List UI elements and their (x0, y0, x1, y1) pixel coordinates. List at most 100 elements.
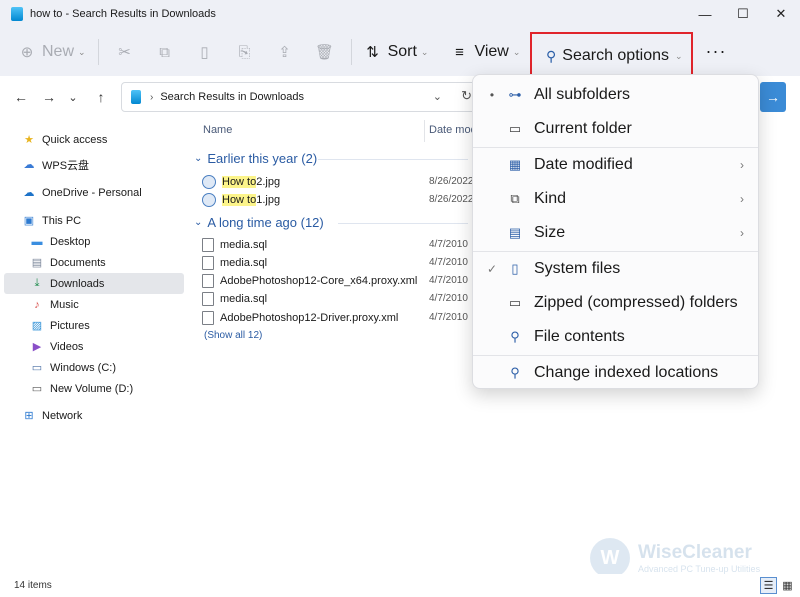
column-divider[interactable] (424, 120, 425, 142)
view-button[interactable]: ≡ View ⌄ (444, 35, 526, 69)
menu-separator (473, 147, 758, 148)
file-row[interactable]: media.sql (202, 289, 267, 308)
file-explorer-icon (11, 7, 23, 21)
drive-icon: ▭ (31, 383, 43, 395)
file-date: 4/7/2010 (429, 257, 468, 268)
search-options-label: Search options (562, 47, 669, 64)
file-date: 4/7/2010 (429, 293, 468, 304)
file-row[interactable]: AdobePhotoshop12-Core_x64.proxy.xml (202, 271, 417, 290)
group-header-label: Earlier this year (2) (207, 151, 318, 166)
file-name-rest: 1.jpg (256, 193, 281, 206)
file-search-icon: ⚲ (510, 329, 520, 344)
copy-icon[interactable]: ⧉ (145, 35, 185, 69)
menu-item-system-files[interactable]: ✓ ▯ System files (477, 253, 756, 285)
file-row[interactable]: AdobePhotoshop12-Driver.proxy.xml (202, 308, 398, 327)
window-title: how to - Search Results in Downloads (30, 8, 216, 20)
column-header-name[interactable]: Name (203, 124, 232, 136)
rename-icon[interactable]: ⎘ (225, 35, 265, 69)
sidebar-item-downloads[interactable]: ⤓ Downloads (4, 273, 184, 294)
search-options-button[interactable]: ⚲ Search options ⌄ (530, 32, 693, 80)
system-file-icon: ▯ (511, 261, 519, 276)
sidebar-item-label: Desktop (50, 235, 91, 248)
menu-item-date-modified[interactable]: ▦ Date modified › (477, 149, 756, 181)
show-all-link[interactable]: (Show all 12) (204, 330, 262, 341)
group-divider (338, 223, 468, 224)
maximize-button[interactable]: ☐ (724, 0, 762, 28)
menu-item-current-folder[interactable]: ▭ Current folder (477, 113, 756, 145)
forward-arrow-icon[interactable]: → (38, 86, 60, 108)
delete-icon[interactable]: 🗑 (305, 35, 345, 69)
share-icon[interactable]: ⇪ (265, 35, 305, 69)
view-label: View (474, 43, 509, 60)
search-options-icon: ⚲ (546, 47, 557, 64)
sidebar-item-quick-access[interactable]: ★ Quick access (22, 129, 184, 150)
recent-chevron-icon[interactable]: ⌄ (62, 86, 84, 108)
address-bar[interactable]: › Search Results in Downloads ⌄ ↻ (121, 82, 481, 112)
paste-icon[interactable]: ▯ (185, 35, 225, 69)
sidebar-item-this-pc[interactable]: ▣ This PC (22, 210, 184, 231)
details-view-icon[interactable]: ☰ (760, 577, 777, 594)
menu-item-size[interactable]: ▤ Size › (477, 217, 756, 249)
new-button[interactable]: ⊕ New ⌄ (12, 35, 92, 69)
sidebar-item-documents[interactable]: ▤ Documents (30, 252, 184, 273)
close-button[interactable]: ✕ (762, 0, 800, 28)
window-controls: — ☐ ✕ (686, 0, 800, 28)
search-highlight: How to (222, 175, 257, 188)
search-go-arrow-icon[interactable]: → (760, 82, 786, 112)
star-icon: ★ (24, 134, 34, 146)
sidebar-item-label: Pictures (50, 319, 90, 332)
file-row[interactable]: How to 2.jpg (202, 172, 280, 191)
sidebar-item-videos[interactable]: ▶ Videos (30, 336, 184, 357)
column-header-date[interactable]: Date mod (429, 124, 477, 136)
file-row[interactable]: media.sql (202, 235, 267, 254)
file-row[interactable]: media.sql (202, 253, 267, 272)
menu-item-all-subfolders[interactable]: • ⊶ All subfolders (477, 79, 756, 111)
sidebar-item-label: Documents (50, 256, 106, 269)
sidebar-item-pictures[interactable]: ▨ Pictures (30, 315, 184, 336)
toolbar-divider (97, 39, 99, 65)
download-icon: ⤓ (34, 277, 40, 289)
sidebar-item-wps-cloud[interactable]: ☁ WPS云盘 (22, 154, 184, 175)
menu-item-change-indexed-locations[interactable]: ⚲ Change indexed locations (477, 357, 756, 389)
file-icon (202, 310, 214, 325)
computer-icon: ▣ (23, 215, 35, 227)
pictures-icon: ▨ (31, 320, 43, 332)
breadcrumb[interactable]: Search Results in Downloads (160, 91, 304, 103)
group-header-earlier-this-year[interactable]: ⌄ Earlier this year (2) (194, 151, 317, 166)
new-label: New (42, 43, 75, 60)
file-date: 8/26/2022 (429, 176, 474, 187)
sidebar-item-desktop[interactable]: ▬ Desktop (30, 231, 184, 252)
menu-item-kind[interactable]: ⧉ Kind › (477, 183, 756, 215)
file-row[interactable]: How to 1.jpg (202, 190, 280, 209)
group-header-long-time-ago[interactable]: ⌄ A long time ago (12) (194, 215, 324, 230)
group-divider (318, 159, 468, 160)
sidebar-item-windows-c[interactable]: ▭ Windows (C:) (30, 357, 184, 378)
more-options-button[interactable]: ··· (700, 34, 732, 68)
zip-folder-icon: ▭ (508, 295, 522, 310)
sidebar-item-new-volume-d[interactable]: ▭ New Volume (D:) (30, 378, 184, 399)
sidebar-item-onedrive[interactable]: ☁ OneDrive - Personal (22, 182, 184, 203)
search-highlight: How to (222, 193, 257, 206)
breadcrumb-chevron-icon: › (150, 91, 154, 103)
checkmark-icon: ✓ (486, 262, 498, 276)
menu-item-label: File contents (534, 328, 625, 345)
search-options-menu: • ⊶ All subfolders ▭ Current folder ▦ Da… (472, 74, 759, 389)
menu-item-file-contents[interactable]: ⚲ File contents (477, 321, 756, 353)
back-arrow-icon[interactable]: ← (10, 86, 32, 108)
tiles-view-icon[interactable]: ▦ (779, 577, 796, 594)
sort-button[interactable]: ⇅ Sort ⌄ (358, 35, 435, 69)
sidebar-item-network[interactable]: ⊞ Network (22, 405, 184, 426)
minimize-button[interactable]: — (686, 0, 724, 28)
menu-item-zipped-folders[interactable]: ▭ Zipped (compressed) folders (477, 287, 756, 319)
refresh-icon[interactable]: ↻ (461, 88, 472, 104)
up-arrow-icon[interactable]: ↑ (90, 86, 112, 108)
cut-icon[interactable]: ✂ (105, 35, 145, 69)
network-icon: ⊞ (24, 410, 34, 422)
submenu-chevron-icon: › (740, 192, 744, 206)
address-dropdown-icon[interactable]: ⌄ (433, 90, 442, 103)
navigation-pane: ★ Quick access ☁ WPS云盘 ☁ OneDrive - Pers… (0, 118, 188, 574)
menu-separator (473, 251, 758, 252)
sidebar-item-music[interactable]: ♪ Music (30, 294, 184, 315)
calendar-icon: ▦ (508, 157, 522, 172)
file-date: 4/7/2010 (429, 239, 468, 250)
